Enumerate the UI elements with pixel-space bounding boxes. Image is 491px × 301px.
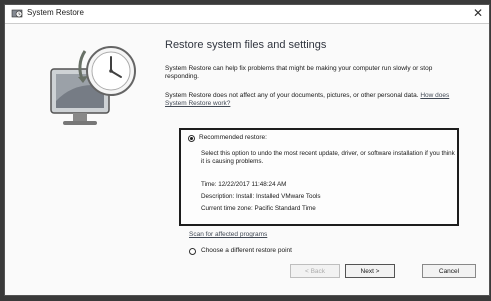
back-button[interactable]: < Back xyxy=(290,264,340,278)
title-bar: System Restore ✕ xyxy=(5,5,489,24)
system-restore-icon xyxy=(11,9,23,18)
different-restore-label[interactable]: Choose a different restore point xyxy=(201,247,292,254)
page-title: Restore system files and settings xyxy=(165,39,327,51)
recommended-restore-radio[interactable] xyxy=(188,135,195,142)
note-text: System Restore does not affect any of yo… xyxy=(165,92,465,108)
clock-monitor-restore-icon xyxy=(50,46,136,125)
restore-timezone: Current time zone: Pacific Standard Time xyxy=(201,205,316,212)
recommended-description: Select this option to undo the most rece… xyxy=(201,150,455,165)
system-restore-window: System Restore ✕ Restore system files an… xyxy=(4,4,490,296)
recommended-restore-box: Recommended restore: Select this option … xyxy=(179,128,459,226)
restore-time: Time: 12/22/2017 11:48:24 AM xyxy=(201,181,287,188)
cancel-button[interactable]: Cancel xyxy=(422,264,476,278)
different-restore-radio[interactable] xyxy=(189,248,196,255)
recommended-restore-label[interactable]: Recommended restore: xyxy=(199,134,267,141)
note-body: System Restore does not affect any of yo… xyxy=(165,92,419,99)
intro-text: System Restore can help fix problems tha… xyxy=(165,65,433,80)
restore-description: Description: Install: Installed VMware T… xyxy=(201,193,321,200)
close-icon[interactable]: ✕ xyxy=(473,6,483,20)
scan-affected-programs-link[interactable]: Scan for affected programs xyxy=(189,231,267,238)
window-title: System Restore xyxy=(27,8,84,17)
next-button[interactable]: Next > xyxy=(345,264,395,278)
